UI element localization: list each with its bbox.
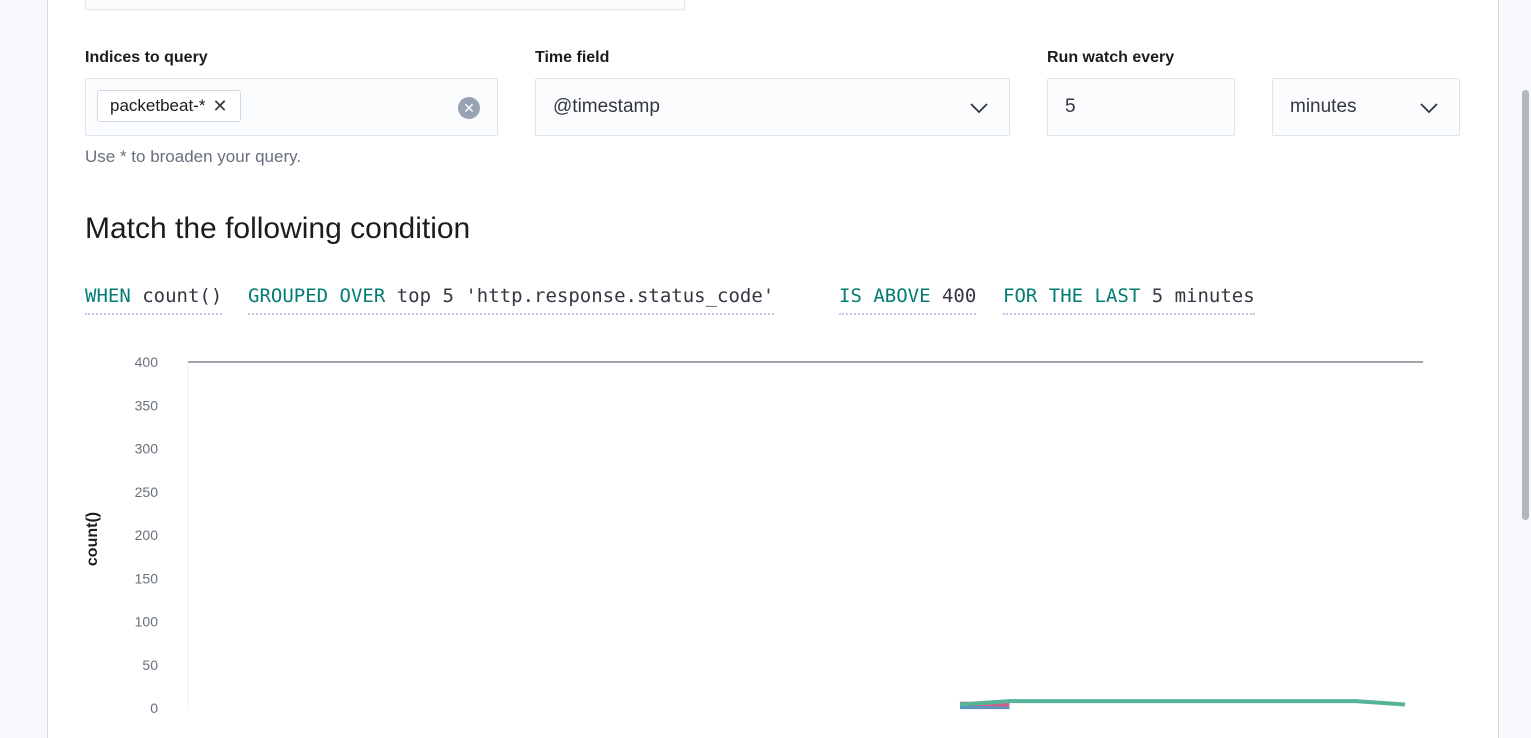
- y-axis-label: count(): [84, 511, 102, 567]
- index-tag: packetbeat-* ✕: [97, 90, 241, 122]
- expression-grouped-over[interactable]: GROUPED OVER top 5 'http.response.status…: [248, 285, 775, 315]
- expression-grouped-value: top 5 'http.response.status_code': [396, 285, 775, 307]
- run-every-label: Run watch every: [1047, 49, 1175, 66]
- run-every-unit-select[interactable]: minutes: [1272, 78, 1460, 136]
- condition-heading: Match the following condition: [85, 212, 471, 245]
- expression-when[interactable]: WHEN count(): [85, 285, 223, 315]
- time-field-value: @timestamp: [553, 96, 660, 117]
- run-every-input[interactable]: 5: [1047, 78, 1235, 136]
- indices-combobox[interactable]: packetbeat-* ✕ ✕: [85, 78, 498, 136]
- run-every-value: 5: [1065, 96, 1076, 117]
- time-field-label: Time field: [535, 49, 610, 66]
- expression-threshold-keyword: IS ABOVE: [839, 285, 931, 307]
- expression-grouped-keyword: GROUPED OVER: [248, 285, 386, 307]
- expression-when-keyword: WHEN: [85, 285, 131, 307]
- scrollbar[interactable]: [1522, 90, 1529, 520]
- chevron-down-icon: [970, 103, 988, 114]
- expression-threshold[interactable]: IS ABOVE 400: [839, 285, 977, 315]
- run-every-unit-value: minutes: [1290, 96, 1357, 117]
- time-field-select[interactable]: @timestamp: [535, 78, 1010, 136]
- clear-icon[interactable]: ✕: [458, 97, 480, 119]
- expression-window-value: 5 minutes: [1151, 285, 1255, 307]
- expression-threshold-value: 400: [941, 285, 977, 307]
- expression-when-value: count(): [142, 285, 223, 307]
- watch-name-input[interactable]: [85, 0, 685, 10]
- indices-help-text: Use * to broaden your query.: [85, 147, 302, 166]
- index-tag-label: packetbeat-*: [110, 96, 206, 115]
- expression-time-window[interactable]: FOR THE LAST 5 minutes: [1003, 285, 1255, 315]
- indices-label: Indices to query: [85, 49, 208, 66]
- remove-tag-icon[interactable]: ✕: [212, 97, 227, 115]
- expression-window-keyword: FOR THE LAST: [1003, 285, 1141, 307]
- chevron-down-icon: [1420, 103, 1438, 114]
